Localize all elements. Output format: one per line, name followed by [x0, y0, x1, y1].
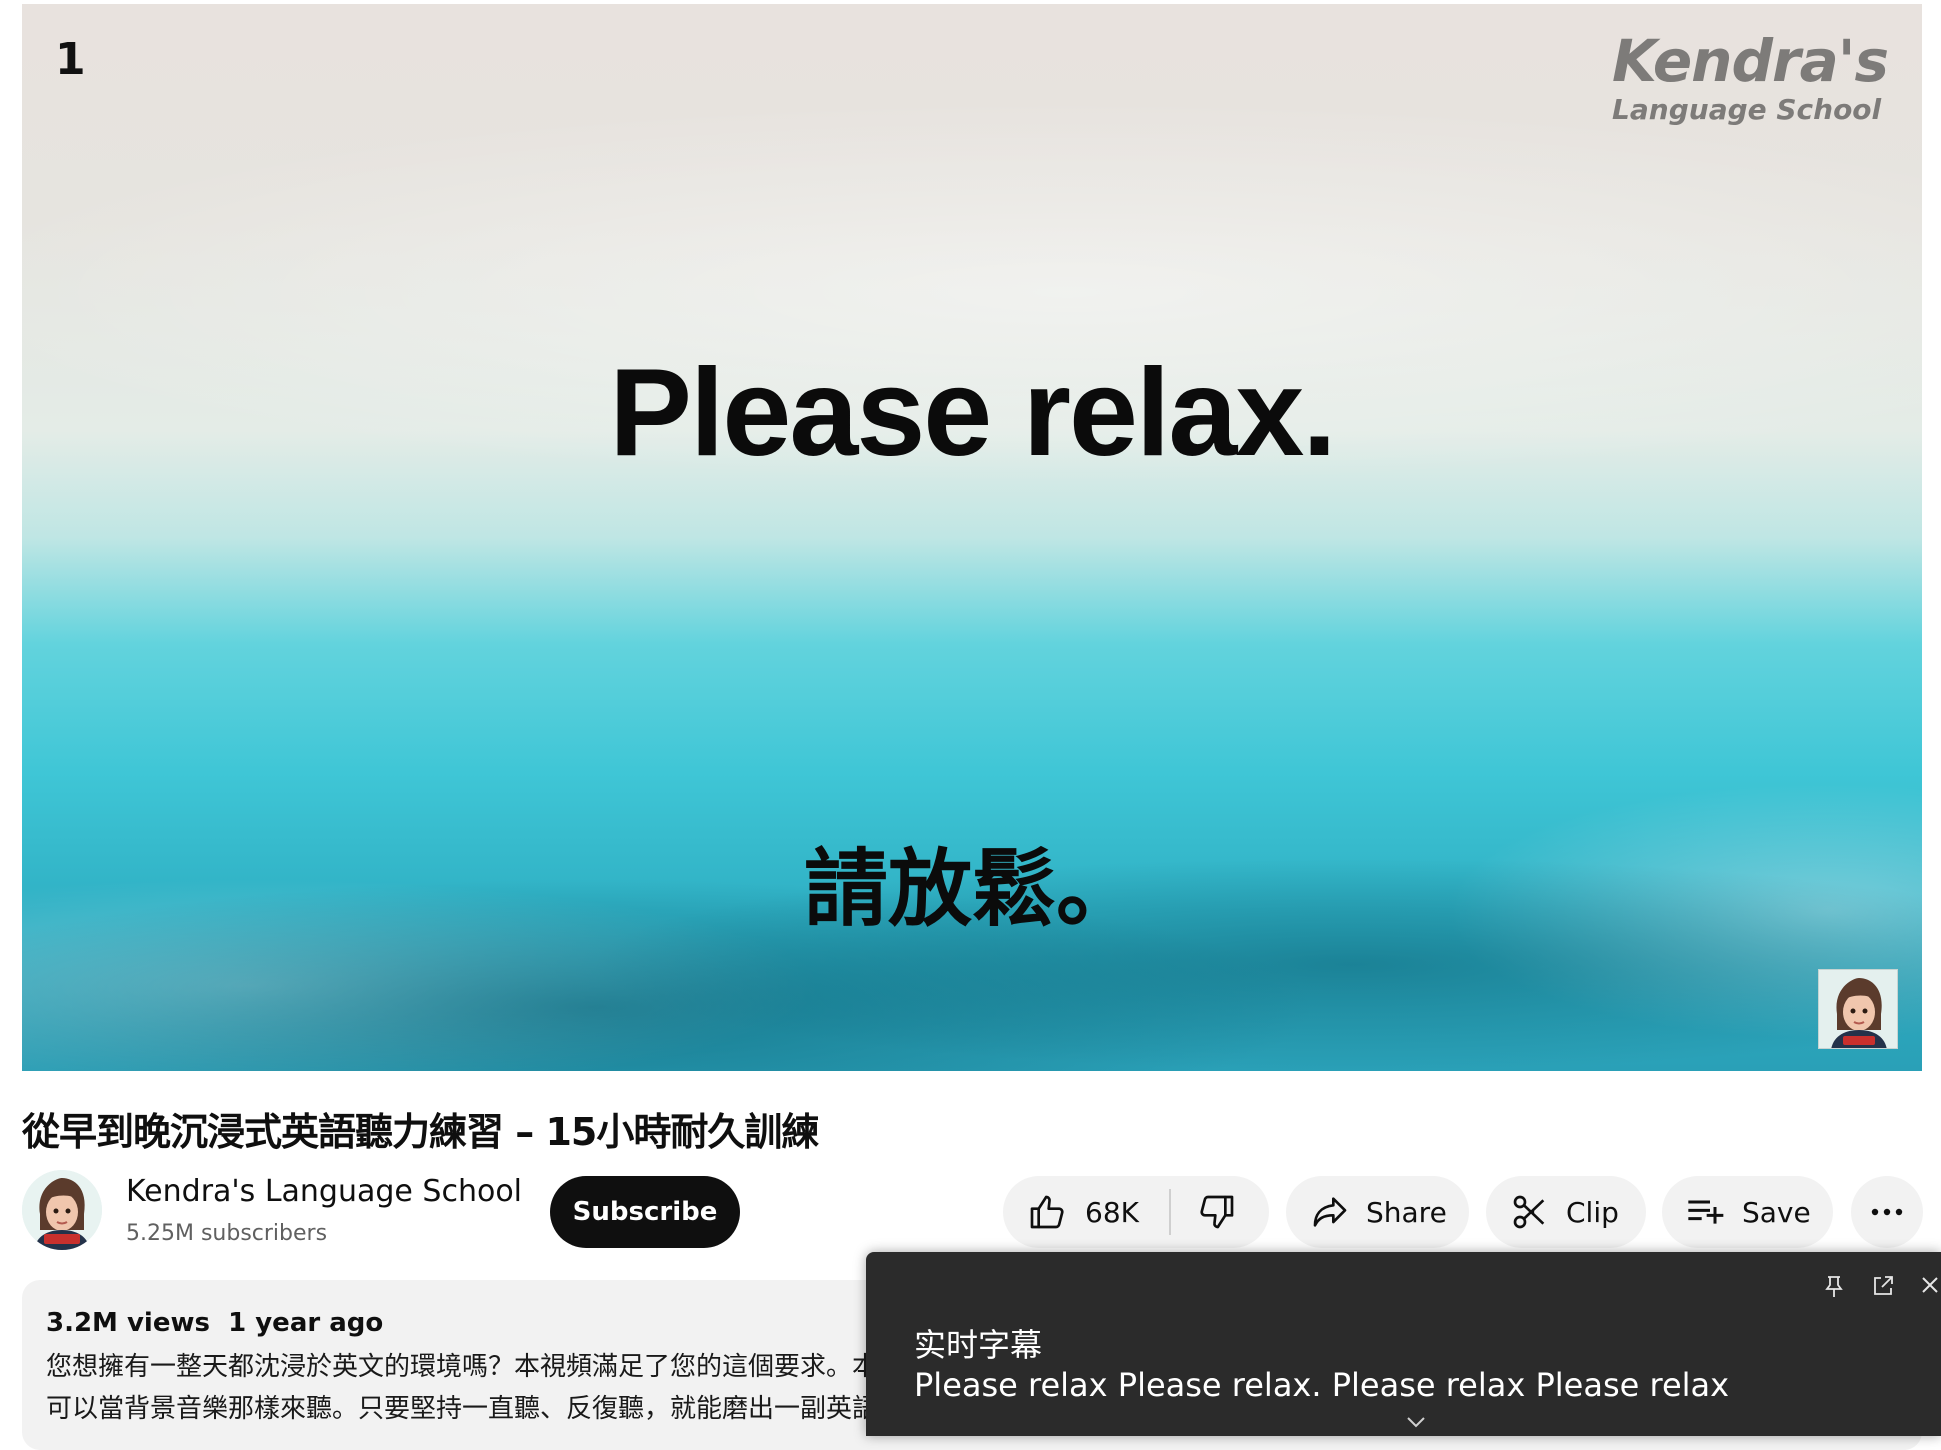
- chevron-down-icon[interactable]: [1404, 1414, 1428, 1433]
- subscriber-count: 5.25M subscribers: [126, 1221, 328, 1246]
- save-button[interactable]: Save: [1662, 1176, 1833, 1248]
- video-player[interactable]: 1 Kendra's Language School Please relax.…: [22, 4, 1922, 1071]
- dislike-button[interactable]: [1171, 1176, 1237, 1248]
- pin-icon[interactable]: [1823, 1274, 1845, 1298]
- more-actions-button[interactable]: [1851, 1176, 1923, 1248]
- channel-logo-overlay: Kendra's Language School: [1612, 27, 1889, 126]
- logo-line-2: Language School: [1612, 93, 1882, 126]
- avatar-image: [22, 1170, 102, 1250]
- clip-label: Clip: [1566, 1195, 1619, 1229]
- video-caption-english: Please relax.: [609, 344, 1337, 482]
- like-icon: [1027, 1192, 1067, 1232]
- share-icon: [1310, 1192, 1350, 1232]
- like-dislike-group: 68K: [1003, 1176, 1269, 1248]
- channel-watermark[interactable]: [1818, 969, 1898, 1049]
- save-label: Save: [1742, 1195, 1811, 1229]
- caption-window-controls: [1823, 1274, 1941, 1298]
- video-meta: 3.2M views 1 year ago: [46, 1308, 383, 1338]
- open-external-icon[interactable]: [1871, 1274, 1893, 1298]
- video-title: 從早到晚沉浸式英語聽力練習 – 15小時耐久訓練: [22, 1110, 819, 1154]
- share-label: Share: [1366, 1195, 1447, 1229]
- avatar-illustration: [1819, 970, 1897, 1048]
- live-caption-title: 实时字幕: [914, 1326, 1043, 1364]
- dislike-icon: [1197, 1192, 1237, 1232]
- logo-line-1: Kendra's: [1612, 27, 1889, 95]
- playlist-add-icon: [1684, 1192, 1726, 1232]
- close-icon[interactable]: [1919, 1274, 1941, 1298]
- upload-age: 1 year ago: [228, 1308, 384, 1338]
- channel-name[interactable]: Kendra's Language School: [126, 1174, 522, 1209]
- live-caption-window[interactable]: 实时字幕 Please relax Please relax. Please r…: [866, 1252, 1941, 1436]
- slide-number: 1: [55, 34, 86, 85]
- video-caption-chinese: 請放鬆。: [803, 840, 1140, 938]
- more-horizontal-icon: [1869, 1206, 1905, 1218]
- like-button[interactable]: 68K: [1027, 1176, 1139, 1248]
- scissors-icon: [1510, 1192, 1550, 1232]
- clip-button[interactable]: Clip: [1486, 1176, 1646, 1248]
- view-count: 3.2M views: [46, 1308, 210, 1338]
- like-count: 68K: [1085, 1195, 1139, 1229]
- subscribe-button[interactable]: Subscribe: [550, 1176, 740, 1248]
- live-caption-text: Please relax Please relax. Please relax …: [914, 1366, 1730, 1404]
- share-button[interactable]: Share: [1286, 1176, 1469, 1248]
- channel-avatar[interactable]: [22, 1170, 102, 1250]
